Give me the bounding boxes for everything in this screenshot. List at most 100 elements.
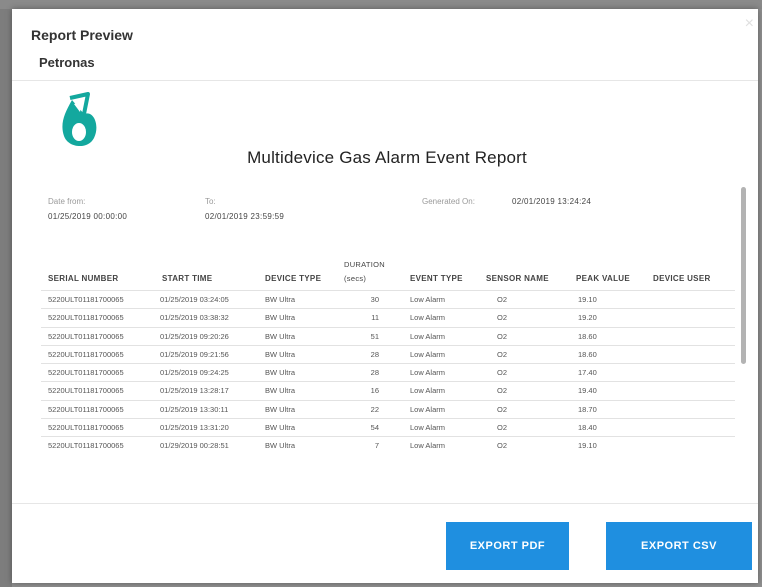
- cell-peak: 19.20: [578, 313, 597, 323]
- cell-peak: 19.10: [578, 295, 597, 304]
- cell-peak: 17.40: [578, 368, 597, 378]
- cell-start-time: 01/25/2019 09:24:25: [160, 368, 229, 378]
- cell-event-type: Low Alarm: [410, 404, 446, 414]
- header-peak-value: PEAK VALUE: [576, 274, 630, 283]
- company-name: Petronas: [39, 55, 95, 70]
- header-serial-number: SERIAL NUMBER: [48, 274, 119, 283]
- cell-device-type: BW Ultra: [265, 349, 295, 359]
- cell-peak: 19.40: [578, 386, 597, 396]
- cell-serial: 5220ULT01181700065: [48, 331, 124, 341]
- table-row: 5220ULT01181700065 01/25/2019 09:20:26 B…: [41, 326, 735, 345]
- cell-event-type: Low Alarm: [410, 386, 446, 396]
- cell-duration: 22: [370, 404, 379, 414]
- cell-serial: 5220ULT01181700065: [48, 368, 124, 378]
- cell-serial: 5220ULT01181700065: [48, 423, 124, 433]
- cell-peak: 19.10: [578, 441, 597, 451]
- cell-sensor: O2: [497, 313, 508, 323]
- cell-device-type: BW Ultra: [265, 331, 295, 341]
- cell-event-type: Low Alarm: [410, 349, 446, 359]
- table-row: 5220ULT01181700065 01/25/2019 09:21:56 B…: [41, 344, 735, 363]
- cell-duration: 54: [370, 423, 379, 433]
- cell-event-type: Low Alarm: [410, 441, 446, 451]
- report-content[interactable]: Date from: 01/25/2019 00:00:00 To: 02/01…: [41, 184, 748, 474]
- generated-value: 02/01/2019 13:24:24: [512, 197, 592, 206]
- backdrop-top: [0, 0, 762, 9]
- date-from-label: Date from:: [48, 197, 86, 206]
- vertical-scrollbar[interactable]: [738, 184, 748, 474]
- cell-device-type: BW Ultra: [265, 368, 295, 378]
- cell-serial: 5220ULT01181700065: [48, 441, 124, 451]
- close-icon[interactable]: ×: [745, 15, 754, 33]
- table-header: SERIAL NUMBER START TIME DEVICE TYPE DUR…: [41, 254, 735, 294]
- cell-duration: 7: [374, 441, 379, 451]
- table-row: 5220ULT01181700065 01/25/2019 13:31:20 B…: [41, 418, 735, 436]
- to-label: To:: [205, 197, 216, 206]
- header-sensor-name: SENSOR NAME: [486, 274, 549, 283]
- cell-serial: 5220ULT01181700065: [48, 386, 124, 396]
- cell-duration: 28: [370, 349, 379, 359]
- table-row: 5220ULT01181700065 01/25/2019 03:38:32 B…: [41, 308, 735, 326]
- cell-duration: 16: [370, 386, 379, 396]
- cell-duration: 11: [371, 313, 379, 323]
- cell-start-time: 01/25/2019 09:20:26: [160, 331, 229, 341]
- cell-event-type: Low Alarm: [410, 423, 446, 433]
- cell-device-type: BW Ultra: [265, 313, 295, 323]
- cell-start-time: 01/25/2019 09:21:56: [160, 349, 229, 359]
- table-row: 5220ULT01181700065 01/25/2019 03:24:05 B…: [41, 290, 735, 308]
- table-row: 5220ULT01181700065 01/29/2019 00:28:51 B…: [41, 436, 735, 454]
- cell-device-type: BW Ultra: [265, 295, 295, 304]
- cell-start-time: 01/25/2019 13:31:20: [160, 423, 229, 433]
- scrollbar-thumb[interactable]: [741, 187, 746, 364]
- cell-sensor: O2: [497, 331, 508, 341]
- cell-device-type: BW Ultra: [265, 423, 295, 433]
- cell-duration: 51: [370, 331, 379, 341]
- cell-event-type: Low Alarm: [410, 295, 446, 304]
- modal-title: Report Preview: [31, 27, 133, 43]
- cell-device-type: BW Ultra: [265, 404, 295, 414]
- cell-sensor: O2: [497, 404, 508, 414]
- export-csv-button[interactable]: EXPORT CSV: [606, 522, 752, 570]
- report-title: Multidevice Gas Alarm Event Report: [247, 148, 527, 167]
- export-pdf-button[interactable]: EXPORT PDF: [446, 522, 569, 570]
- header-duration-unit: (secs): [344, 274, 367, 283]
- header-device-user: DEVICE USER: [653, 274, 711, 283]
- cell-start-time: 01/25/2019 13:30:11: [160, 404, 229, 414]
- cell-event-type: Low Alarm: [410, 331, 446, 341]
- cell-peak: 18.60: [578, 331, 597, 341]
- table-row: 5220ULT01181700065 01/25/2019 13:28:17 B…: [41, 381, 735, 399]
- cell-sensor: O2: [497, 368, 508, 378]
- cell-peak: 18.70: [578, 404, 597, 414]
- table-row: 5220ULT01181700065 01/25/2019 09:24:25 B…: [41, 363, 735, 381]
- modal-footer: EXPORT PDF EXPORT CSV: [12, 503, 758, 583]
- backdrop: [0, 0, 12, 587]
- cell-serial: 5220ULT01181700065: [48, 349, 124, 359]
- header-event-type: EVENT TYPE: [410, 274, 463, 283]
- to-value: 02/01/2019 23:59:59: [205, 212, 285, 221]
- cell-sensor: O2: [497, 349, 508, 359]
- date-from-value: 01/25/2019 00:00:00: [48, 212, 128, 221]
- table-row: 5220ULT01181700065 01/25/2019 13:30:11 B…: [41, 399, 735, 418]
- header-device-type: DEVICE TYPE: [265, 274, 322, 283]
- cell-device-type: BW Ultra: [265, 386, 295, 396]
- cell-duration: 30: [370, 295, 379, 304]
- cell-peak: 18.60: [578, 349, 597, 359]
- header-start-time: START TIME: [162, 274, 213, 283]
- cell-serial: 5220ULT01181700065: [48, 404, 124, 414]
- cell-event-type: Low Alarm: [410, 368, 446, 378]
- cell-serial: 5220ULT01181700065: [48, 313, 124, 323]
- cell-sensor: O2: [497, 423, 508, 433]
- cell-event-type: Low Alarm: [410, 313, 446, 323]
- table-body: 5220ULT01181700065 01/25/2019 03:24:05 B…: [41, 290, 735, 455]
- modal-header: Report Preview Petronas ×: [12, 9, 758, 81]
- cell-peak: 18.40: [578, 423, 597, 433]
- cell-sensor: O2: [497, 386, 508, 396]
- petronas-logo-icon: [62, 92, 97, 147]
- cell-device-type: BW Ultra: [265, 441, 295, 451]
- report-preview-modal: Report Preview Petronas × Multidevice Ga…: [12, 9, 758, 583]
- cell-start-time: 01/29/2019 00:28:51: [160, 441, 229, 451]
- cell-duration: 28: [370, 368, 379, 378]
- cell-start-time: 01/25/2019 03:24:05: [160, 295, 229, 304]
- cell-start-time: 01/25/2019 13:28:17: [160, 386, 229, 396]
- cell-serial: 5220ULT01181700065: [48, 295, 124, 304]
- generated-label: Generated On:: [422, 197, 475, 206]
